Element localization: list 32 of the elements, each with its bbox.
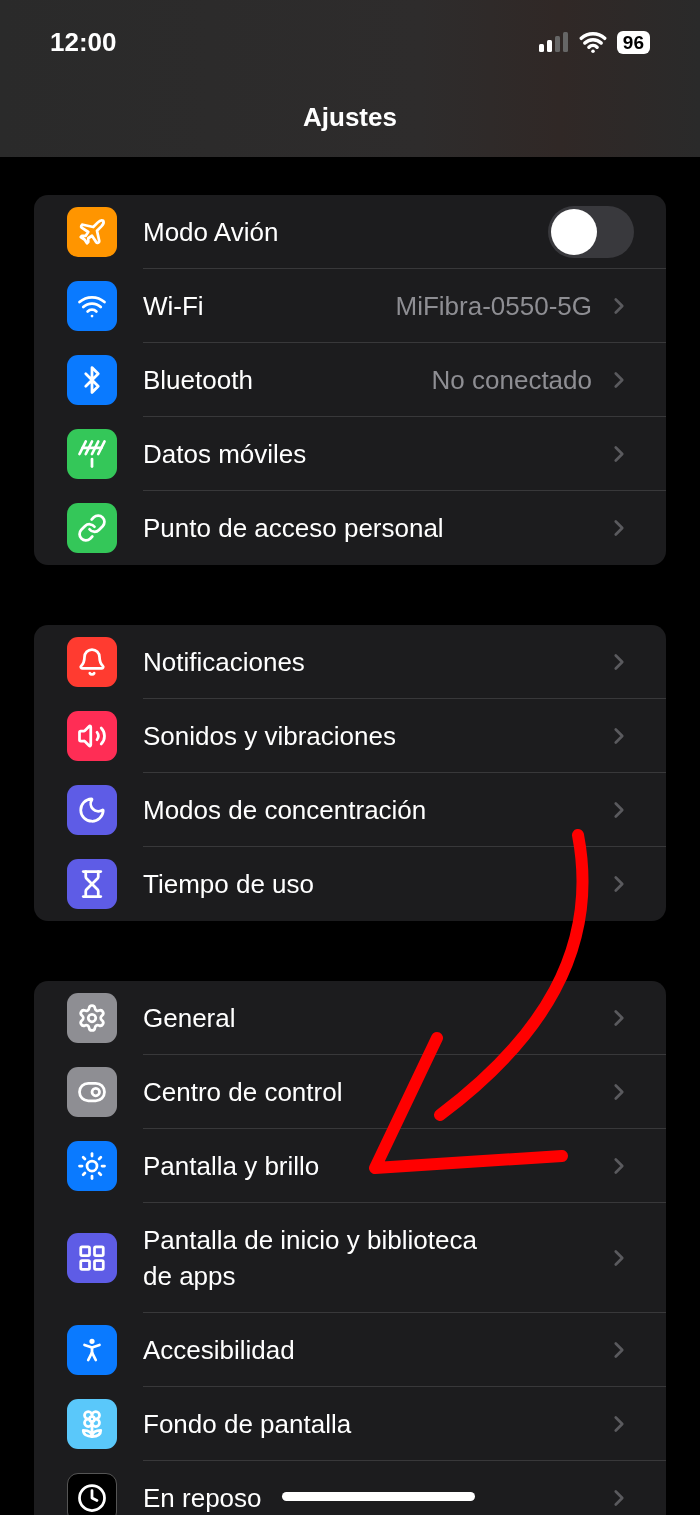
setting-label[interactable]: Accesibilidad: [143, 1331, 295, 1368]
setting-label[interactable]: General: [143, 999, 236, 1036]
setting-label[interactable]: Fondo de pantalla: [143, 1405, 352, 1442]
clock-icon: [77, 1483, 107, 1513]
setting-label[interactable]: En reposo: [143, 1480, 262, 1515]
page-title: Ajustes: [302, 101, 398, 133]
status-time: 12:00: [50, 26, 117, 58]
gear-icon: [77, 1003, 107, 1033]
setting-label[interactable]: Sonidos y vibraciones: [143, 717, 396, 754]
setting-label[interactable]: Notificaciones: [143, 643, 305, 680]
battery-level: 96: [616, 30, 650, 54]
grid-icon: [77, 1243, 107, 1273]
setting-label[interactable]: Tiempo de uso: [143, 866, 315, 902]
moon-icon: [77, 795, 107, 825]
setting-label[interactable]: Punto de acceso personal: [143, 510, 444, 546]
setting-label[interactable]: Datos móviles: [143, 435, 307, 472]
sun-icon: [77, 1151, 107, 1181]
setting-label[interactable]: Pantalla de inicio y biblioteca de apps: [143, 1221, 498, 1294]
airplane-icon: [77, 217, 107, 247]
setting-label[interactable]: Pantalla y brillo: [143, 1147, 320, 1184]
bell-icon: [77, 647, 107, 677]
setting-label[interactable]: Bluetooth: [143, 361, 253, 398]
setting-label[interactable]: Wi-Fi: [143, 287, 204, 324]
setting-label[interactable]: Centro de control: [143, 1073, 343, 1110]
toggle-switch[interactable]: [548, 205, 634, 258]
setting-value: No conectado: [431, 363, 592, 397]
signal-icon: [538, 32, 569, 52]
setting-value: MiFibra-0550-5G: [395, 289, 592, 323]
setting-label[interactable]: Modo Avión: [143, 213, 279, 250]
antenna-icon: [77, 439, 107, 469]
setting-label[interactable]: Modos de concentración: [143, 791, 427, 828]
link-icon: [77, 513, 107, 543]
